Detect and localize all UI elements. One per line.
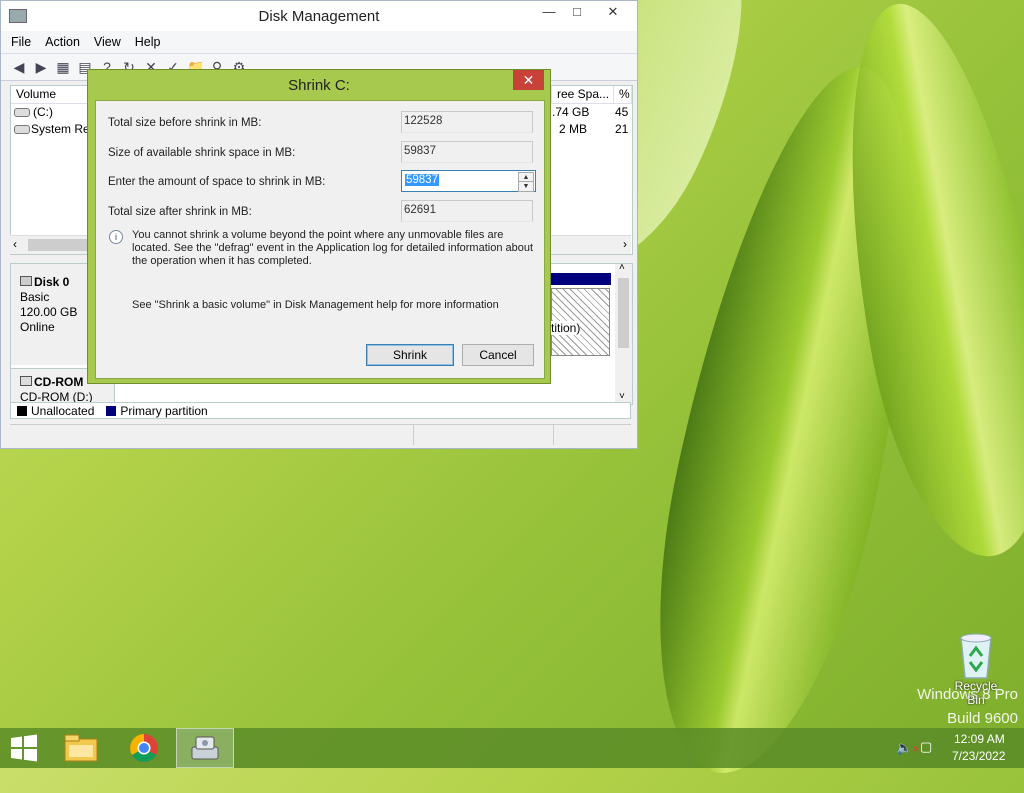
- shrink-dialog: Shrink C: ✕ Total size before shrink in …: [87, 69, 551, 384]
- cdrom-icon: [20, 376, 32, 386]
- shrink-amount-label: Enter the amount of space to shrink in M…: [108, 176, 326, 188]
- taskbar-disk-management[interactable]: [176, 728, 234, 768]
- status-bar: [10, 424, 631, 445]
- vertical-scrollbar[interactable]: ˄ ˅: [615, 262, 632, 404]
- start-button[interactable]: [0, 728, 48, 768]
- total-after-field: 62691: [401, 200, 533, 222]
- legend-primary: Primary partition: [120, 403, 208, 418]
- menu-view[interactable]: View: [94, 35, 121, 49]
- scroll-right-icon[interactable]: ›: [623, 237, 627, 251]
- file-explorer-icon: [64, 734, 98, 762]
- taskbar: 🔈✕ ▢ 12:09 AM 7/23/2022: [0, 728, 1024, 768]
- shrink-button[interactable]: Shrink: [366, 344, 454, 366]
- close-icon[interactable]: ✕: [591, 1, 635, 23]
- volume-pct: 45: [615, 105, 629, 119]
- scroll-thumb[interactable]: [618, 278, 629, 348]
- menu-help[interactable]: Help: [135, 35, 161, 49]
- primary-partition-swatch: [106, 405, 117, 416]
- scroll-down-icon[interactable]: ˅: [619, 391, 625, 402]
- system-tray: 🔈✕ ▢ 12:09 AM 7/23/2022: [894, 728, 1024, 768]
- spin-down-icon[interactable]: ▼: [518, 181, 534, 192]
- legend: Unallocated Primary partition: [10, 402, 631, 419]
- window-titlebar[interactable]: Disk Management — □ ✕: [1, 1, 637, 31]
- network-icon[interactable]: ▢: [920, 739, 932, 755]
- status-pane: [10, 425, 414, 445]
- status-pane: [413, 425, 554, 445]
- show-hide-console-icon[interactable]: ▦: [55, 59, 71, 75]
- disk-title: Disk 0: [34, 275, 70, 289]
- volume-free: 2 MB: [559, 122, 588, 136]
- volume-name: System Res: [31, 122, 96, 136]
- clock-time[interactable]: 12:09 AM: [954, 732, 1005, 746]
- total-before-label: Total size before shrink in MB:: [108, 117, 262, 129]
- dialog-body: Total size before shrink in MB: 122528 S…: [95, 100, 545, 379]
- total-before-field: 122528: [401, 111, 533, 133]
- menu-action[interactable]: Action: [45, 35, 80, 49]
- close-icon[interactable]: ✕: [513, 70, 544, 90]
- start-icon: [11, 734, 37, 762]
- partition-label: tition): [551, 321, 581, 335]
- unallocated-swatch: [17, 405, 27, 416]
- taskbar-file-explorer[interactable]: [52, 728, 110, 768]
- drive-icon: [14, 125, 30, 134]
- shrink-amount-input[interactable]: 59837 ▲ ▼: [401, 170, 536, 192]
- speaker-muted-icon[interactable]: 🔈✕: [896, 740, 920, 756]
- shrink-amount-value[interactable]: 59837: [405, 174, 439, 186]
- scroll-up-icon[interactable]: ˄: [619, 262, 625, 273]
- drive-icon: [14, 108, 30, 117]
- taskbar-chrome[interactable]: [115, 728, 173, 768]
- help-link-text: See "Shrink a basic volume" in Disk Mana…: [132, 299, 499, 311]
- chrome-icon: [130, 734, 158, 762]
- menu-bar: File Action View Help: [1, 31, 637, 54]
- menu-file[interactable]: File: [11, 35, 31, 49]
- recycle-bin-icon: [960, 633, 992, 679]
- scroll-left-icon[interactable]: ‹: [13, 237, 17, 251]
- column-free-space[interactable]: ree Spa...: [552, 86, 614, 103]
- back-icon[interactable]: ◀: [11, 59, 27, 75]
- clock-date[interactable]: 7/23/2022: [952, 749, 1005, 763]
- scroll-thumb[interactable]: [28, 239, 92, 251]
- recycle-bin[interactable]: Recycle Bin: [946, 632, 1006, 707]
- cancel-button[interactable]: Cancel: [462, 344, 534, 366]
- info-text: You cannot shrink a volume beyond the po…: [132, 229, 534, 267]
- minimize-icon[interactable]: —: [535, 1, 563, 23]
- legend-unallocated: Unallocated: [31, 403, 95, 418]
- disk-icon: [20, 276, 32, 286]
- recycle-bin-label: Recycle Bin: [954, 679, 998, 707]
- disk-management-icon: [191, 736, 219, 760]
- maximize-icon[interactable]: □: [563, 1, 591, 23]
- dialog-title: Shrink C:: [288, 77, 350, 94]
- available-space-field: 59837: [401, 141, 533, 163]
- forward-icon[interactable]: ▶: [33, 59, 49, 75]
- total-after-label: Total size after shrink in MB:: [108, 206, 252, 218]
- partition-c[interactable]: tition): [551, 288, 610, 356]
- column-percent-free[interactable]: % F: [614, 86, 632, 103]
- cdrom-title: CD-ROM: [34, 375, 84, 389]
- available-space-label: Size of available shrink space in MB:: [108, 147, 296, 159]
- os-watermark-build: Build 9600: [947, 710, 1018, 727]
- volume-name: (C:): [33, 105, 53, 119]
- volume-free: .74 GB: [552, 105, 590, 119]
- info-icon: i: [109, 230, 123, 244]
- partition-header-bar: [551, 273, 611, 285]
- volume-pct: 21: [615, 122, 629, 136]
